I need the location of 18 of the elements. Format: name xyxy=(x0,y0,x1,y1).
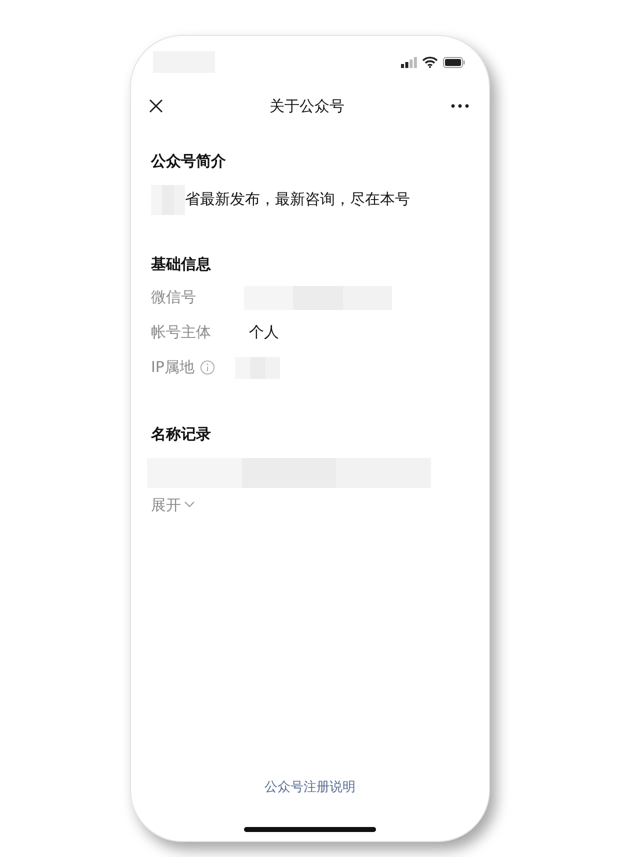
section-heading: 公众号简介 xyxy=(151,151,227,172)
signal-icon xyxy=(401,56,417,68)
info-value: 个人 xyxy=(249,322,279,344)
battery-icon xyxy=(443,56,465,68)
chevron-down-icon xyxy=(184,501,195,508)
more-icon[interactable] xyxy=(451,104,469,108)
close-icon[interactable] xyxy=(149,99,163,113)
info-icon xyxy=(200,360,216,375)
section-heading: 名称记录 xyxy=(151,424,212,445)
info-label: IP属地 xyxy=(151,357,194,378)
expand-button[interactable]: 展开 xyxy=(151,494,195,516)
section-heading: 基础信息 xyxy=(151,254,212,274)
info-label: 微信号 xyxy=(151,287,196,308)
registration-info-link[interactable]: 公众号注册说明 xyxy=(264,778,356,797)
nav-title: 关于公众号 xyxy=(270,96,344,117)
wifi-icon xyxy=(422,56,438,68)
info-label: 帐号主体 xyxy=(151,322,211,344)
intro-text: 省最新发布，最新咨询，尽在本号 xyxy=(185,189,410,210)
